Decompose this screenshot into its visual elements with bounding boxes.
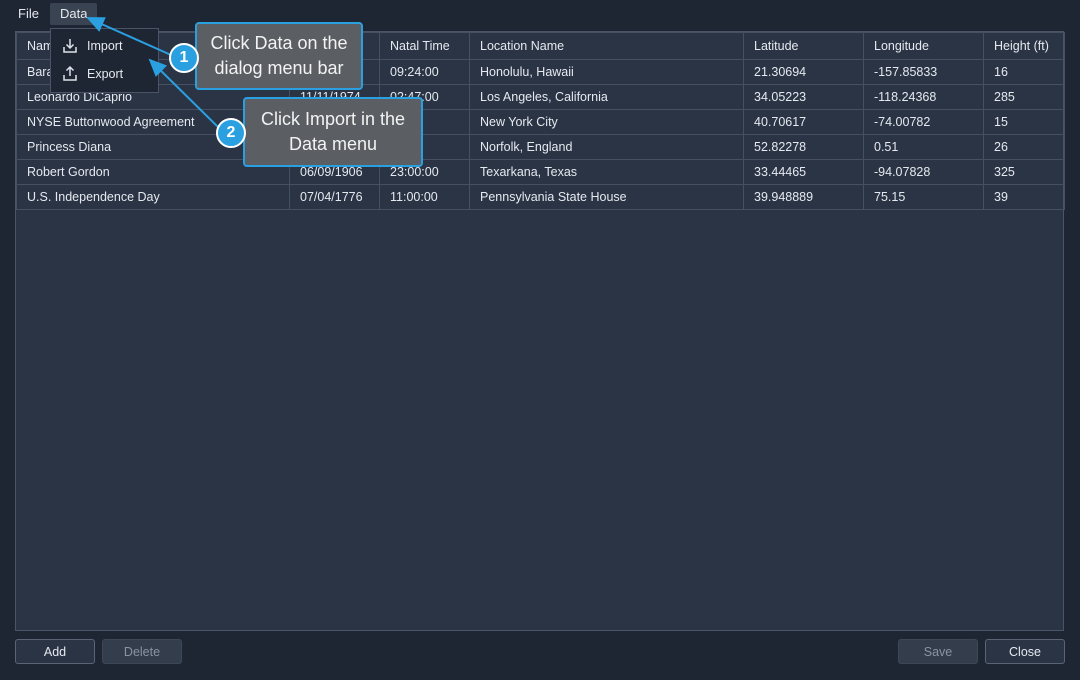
callout-arrows [86,17,220,129]
callout-1-box: Click Data on the dialog menu bar [195,22,363,90]
callout-2-box: Click Import in the Data menu [243,97,423,167]
callout-1-text: Click Data on the dialog menu bar [210,33,348,78]
callout-1-arrow [86,17,172,56]
save-button[interactable]: Save [898,639,978,664]
callout-2-badge: 2 [216,118,246,148]
close-button[interactable]: Close [985,639,1065,664]
delete-button[interactable]: Delete [102,639,182,664]
callout-2-text: Click Import in the Data menu [260,109,406,154]
callout-1-badge: 1 [169,43,199,73]
add-button[interactable]: Add [15,639,95,664]
